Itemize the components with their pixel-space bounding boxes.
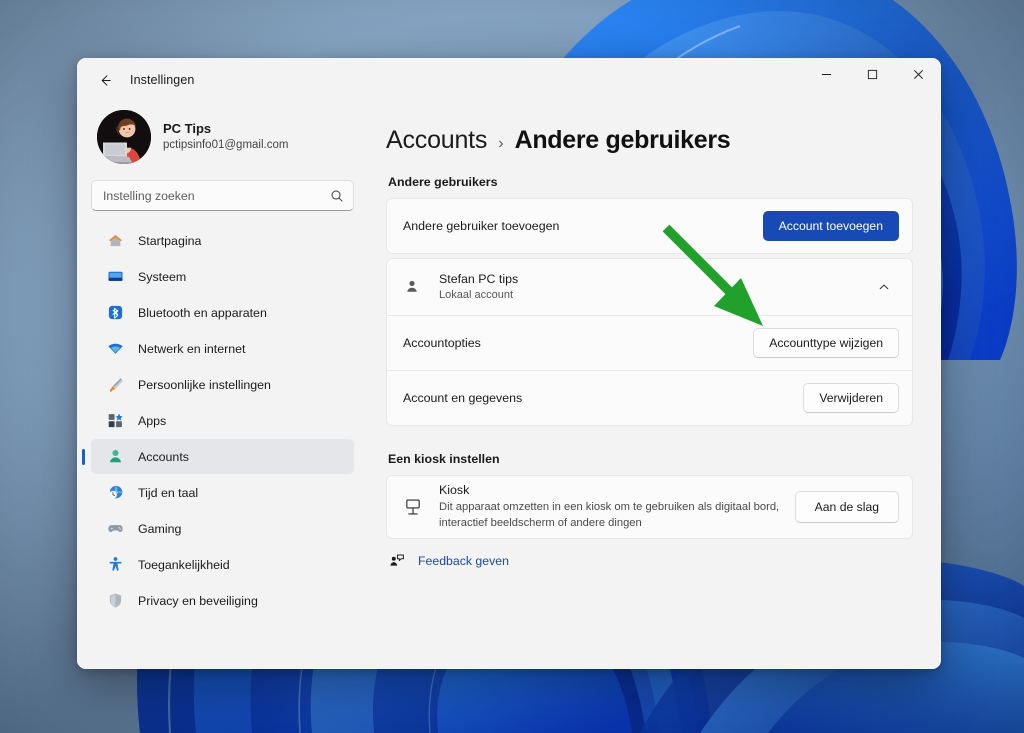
back-button[interactable] xyxy=(89,65,121,95)
sidebar-item-gaming[interactable]: Gaming xyxy=(91,511,354,546)
remove-account-button[interactable]: Verwijderen xyxy=(803,383,899,413)
section-title-other-users: Andere gebruikers xyxy=(388,175,913,189)
close-icon[interactable] xyxy=(895,58,941,90)
main-content: Accounts › Andere gebruikers Andere gebr… xyxy=(364,102,941,669)
change-account-type-button[interactable]: Accounttype wijzigen xyxy=(753,328,899,358)
window-controls xyxy=(803,58,941,102)
account-and-data-row: Account en gegevens Verwijderen xyxy=(387,371,912,425)
sidebar-item-label: Systeem xyxy=(138,270,186,284)
sidebar-item-netwerk-en-internet[interactable]: Netwerk en internet xyxy=(91,331,354,366)
minimize-icon[interactable] xyxy=(803,58,849,90)
settings-window: Instellingen xyxy=(77,58,941,669)
kiosk-card: Kiosk Dit apparaat omzetten in een kiosk… xyxy=(386,475,913,539)
wifi-icon xyxy=(106,340,124,358)
sidebar-item-label: Startpagina xyxy=(138,234,201,248)
account-options-label: Accountopties xyxy=(403,336,481,350)
maximize-icon[interactable] xyxy=(849,58,895,90)
person-icon xyxy=(106,448,124,466)
profile-name: PC Tips xyxy=(163,120,288,138)
user-profile[interactable]: PC Tips pctipsinfo01@gmail.com xyxy=(89,102,354,174)
sidebar-item-label: Tijd en taal xyxy=(138,486,198,500)
sidebar-item-accounts[interactable]: Accounts xyxy=(91,439,354,474)
add-user-label: Andere gebruiker toevoegen xyxy=(403,219,559,233)
account-name: Stefan PC tips xyxy=(439,271,518,288)
sidebar-item-bluetooth-en-apparaten[interactable]: Bluetooth en apparaten xyxy=(91,295,354,330)
feedback-icon xyxy=(388,553,406,569)
kiosk-title: Kiosk xyxy=(439,482,795,499)
sidebar-item-tijd-en-taal[interactable]: Tijd en taal xyxy=(91,475,354,510)
sidebar-item-label: Apps xyxy=(138,414,166,428)
sidebar-item-startpagina[interactable]: Startpagina xyxy=(91,223,354,258)
page-title: Andere gebruikers xyxy=(515,126,731,155)
kiosk-row: Kiosk Dit apparaat omzetten in een kiosk… xyxy=(387,476,912,538)
sidebar-item-label: Accounts xyxy=(138,450,189,464)
sidebar-item-label: Persoonlijke instellingen xyxy=(138,378,271,392)
kiosk-icon xyxy=(401,497,425,517)
sidebar-nav: Startpagina Systeem xyxy=(89,223,354,618)
window-title: Instellingen xyxy=(130,73,194,87)
chevron-up-icon[interactable] xyxy=(869,281,899,293)
breadcrumb: Accounts › Andere gebruikers xyxy=(386,126,913,155)
add-user-card: Andere gebruiker toevoegen Account toevo… xyxy=(386,198,913,254)
account-and-data-label: Account en gegevens xyxy=(403,391,522,405)
sidebar-item-toegankelijkheid[interactable]: Toegankelijkheid xyxy=(91,547,354,582)
contact-icon xyxy=(401,279,423,295)
sidebar-item-label: Toegankelijkheid xyxy=(138,558,230,572)
brush-icon xyxy=(106,376,124,394)
search-icon xyxy=(330,189,344,203)
search-input[interactable] xyxy=(92,181,353,210)
kiosk-get-started-button[interactable]: Aan de slag xyxy=(795,491,899,523)
sidebar-item-privacy-en-beveiliging[interactable]: Privacy en beveiliging xyxy=(91,583,354,618)
feedback-row[interactable]: Feedback geven xyxy=(386,553,913,569)
profile-email: pctipsinfo01@gmail.com xyxy=(163,138,288,154)
sidebar-item-label: Gaming xyxy=(138,522,181,536)
accessibility-icon xyxy=(106,556,124,574)
avatar xyxy=(97,110,151,164)
sidebar-item-label: Bluetooth en apparaten xyxy=(138,306,267,320)
account-card: Stefan PC tips Lokaal account Accountopt… xyxy=(386,258,913,426)
home-icon xyxy=(106,232,124,250)
chevron-right-icon: › xyxy=(498,135,503,153)
breadcrumb-parent[interactable]: Accounts xyxy=(386,126,487,155)
bluetooth-icon xyxy=(106,304,124,322)
sidebar-item-persoonlijke-instellingen[interactable]: Persoonlijke instellingen xyxy=(91,367,354,402)
monitor-icon xyxy=(106,268,124,286)
title-bar: Instellingen xyxy=(77,58,941,102)
clock-globe-icon xyxy=(106,484,124,502)
account-type: Lokaal account xyxy=(439,288,518,303)
sidebar: PC Tips pctipsinfo01@gmail.com xyxy=(77,102,364,669)
sidebar-item-label: Privacy en beveiliging xyxy=(138,594,258,608)
sidebar-item-apps[interactable]: Apps xyxy=(91,403,354,438)
section-title-kiosk: Een kiosk instellen xyxy=(388,452,913,466)
search-box[interactable] xyxy=(91,180,354,211)
sidebar-item-label: Netwerk en internet xyxy=(138,342,245,356)
add-account-button[interactable]: Account toevoegen xyxy=(763,211,899,241)
apps-icon xyxy=(106,412,124,430)
kiosk-description: Dit apparaat omzetten in een kiosk om te… xyxy=(439,500,795,532)
feedback-link[interactable]: Feedback geven xyxy=(418,554,509,568)
account-header-row[interactable]: Stefan PC tips Lokaal account xyxy=(387,259,912,315)
add-user-row: Andere gebruiker toevoegen Account toevo… xyxy=(387,199,912,253)
sidebar-item-systeem[interactable]: Systeem xyxy=(91,259,354,294)
gamepad-icon xyxy=(106,520,124,538)
account-options-row: Accountopties Accounttype wijzigen xyxy=(387,316,912,370)
shield-icon xyxy=(106,592,124,610)
